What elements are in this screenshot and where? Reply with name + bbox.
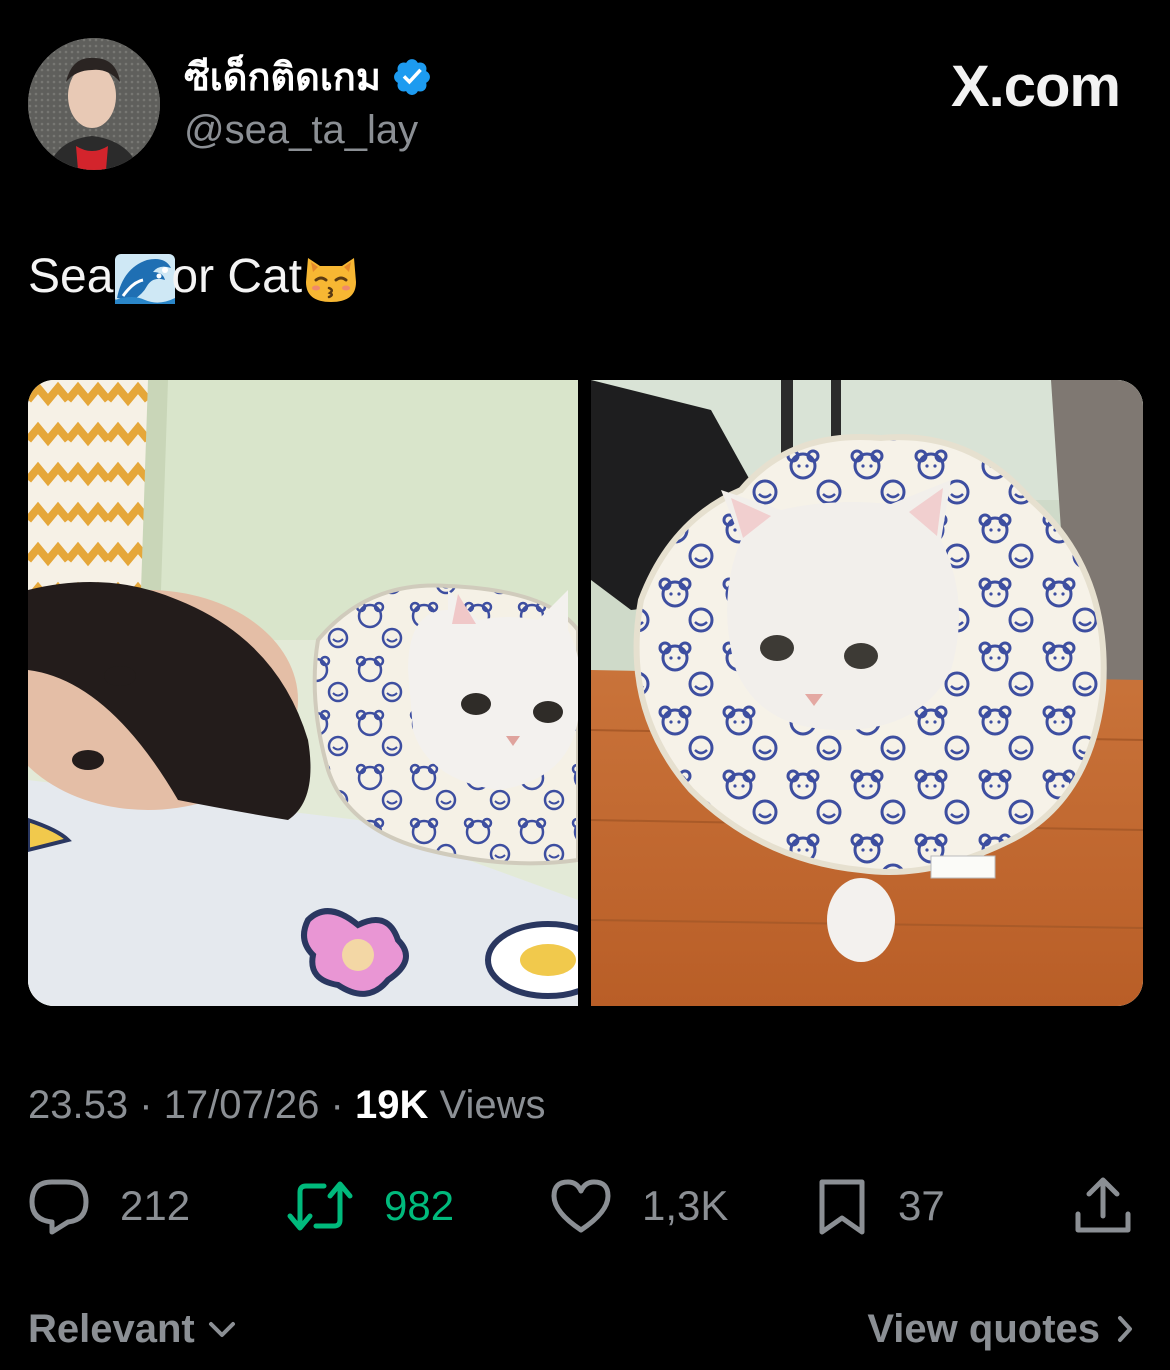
cat-in-cone-photo[interactable] xyxy=(591,380,1143,1006)
retweet-count: 982 xyxy=(384,1182,455,1229)
view-quotes-link[interactable]: View quotes xyxy=(867,1304,1134,1354)
reply-button[interactable]: 212 xyxy=(28,1170,190,1242)
tweet-text-part1: Sea xyxy=(28,250,114,303)
sort-label: Relevant xyxy=(28,1307,195,1351)
tweet-meta: 23.53 · 17/07/26 · 19K Views xyxy=(28,1080,545,1130)
bookmark-count: 37 xyxy=(898,1182,945,1229)
share-button[interactable] xyxy=(1074,1170,1132,1242)
views-count: 19K xyxy=(354,1083,429,1127)
meta-separator: · xyxy=(139,1083,153,1127)
avatar[interactable] xyxy=(28,38,160,170)
verified-badge-icon xyxy=(393,59,430,95)
bookmark-button[interactable]: 37 xyxy=(816,1170,945,1242)
views-label: Views xyxy=(439,1083,546,1127)
action-bar: 212 982 1,3K 37 xyxy=(0,1170,1170,1242)
meta-separator: · xyxy=(330,1083,344,1127)
chevron-right-icon xyxy=(1118,1316,1132,1342)
bookmark-icon xyxy=(819,1179,865,1235)
chevron-down-icon xyxy=(208,1322,235,1337)
tweet-date: 17/07/26 xyxy=(163,1083,320,1127)
view-quotes-label: View quotes xyxy=(867,1307,1100,1351)
author-name-row[interactable]: ซีเด็กติดเกม xyxy=(184,52,433,102)
author-handle[interactable]: @sea_ta_lay xyxy=(184,106,418,154)
water-wave-emoji xyxy=(113,248,176,306)
retweet-icon xyxy=(287,1181,353,1231)
selfie-with-cat-in-cone-photo[interactable] xyxy=(28,380,578,1006)
brand-watermark: X.com xyxy=(950,54,1121,119)
sort-replies-dropdown[interactable]: Relevant xyxy=(28,1304,237,1354)
author-display-name[interactable]: ซีเด็กติดเกม xyxy=(184,52,381,102)
tweet-text-part2: or Cat xyxy=(171,250,303,303)
tweet-text: Sea or Cat xyxy=(28,246,360,308)
reply-count: 212 xyxy=(120,1182,191,1229)
kissing-cat-emoji xyxy=(302,248,360,306)
like-count: 1,3K xyxy=(642,1182,729,1229)
heart-icon xyxy=(551,1179,611,1233)
share-icon xyxy=(1075,1177,1131,1233)
retweet-button[interactable]: 982 xyxy=(286,1170,454,1242)
reply-icon xyxy=(29,1179,89,1235)
tweet-time: 23.53 xyxy=(28,1083,129,1127)
like-button[interactable]: 1,3K xyxy=(550,1170,728,1242)
